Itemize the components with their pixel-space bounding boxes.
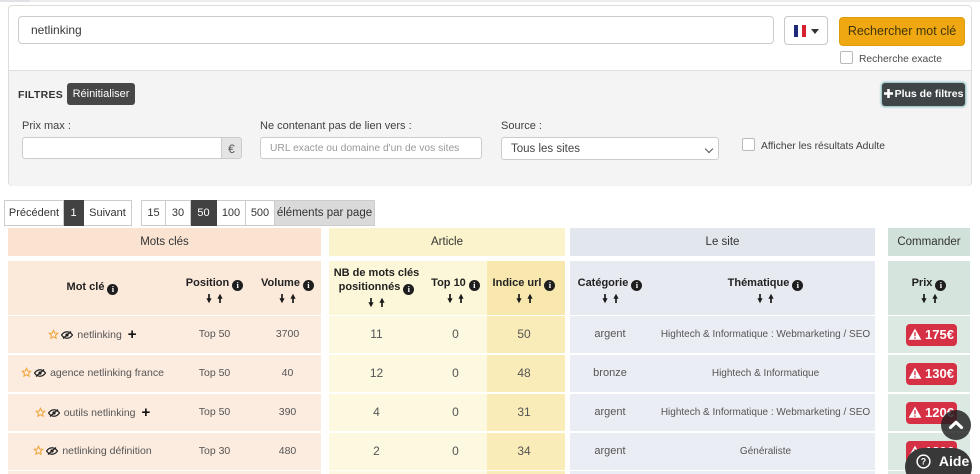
svg-text:?: ? (921, 457, 926, 467)
